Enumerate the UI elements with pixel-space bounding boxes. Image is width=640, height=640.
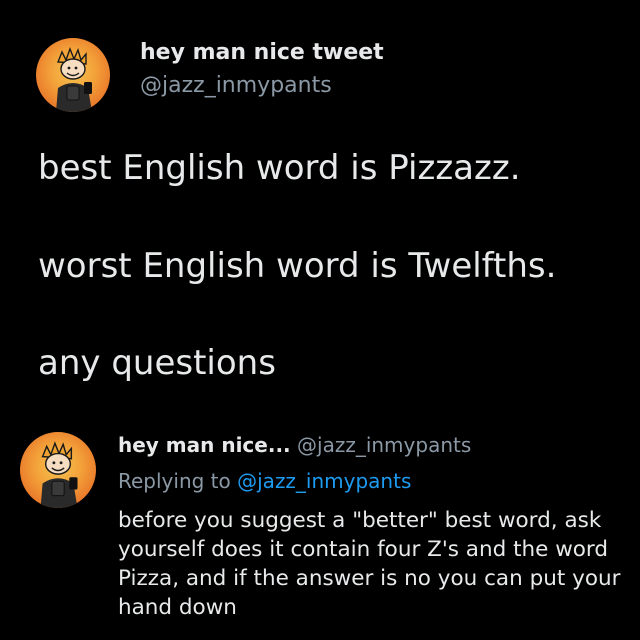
tweet-text-line-3: any questions (38, 343, 276, 383)
cartoon-boy-avatar-icon (56, 47, 92, 112)
reply-text-line-3: Pizza, and if the answer is no you can p… (118, 566, 621, 591)
main-author-name[interactable]: hey man nice tweet (140, 40, 384, 66)
main-avatar[interactable] (36, 38, 110, 112)
replying-to-label: Replying to (118, 469, 231, 493)
cartoon-boy-avatar-icon (40, 441, 78, 508)
reply-text-line-2: yourself does it contain four Z's and th… (118, 537, 609, 562)
reply-author-handle[interactable]: @jazz_inmypants (297, 433, 471, 457)
reply-header: hey man nice... @jazz_inmypants (118, 432, 471, 458)
reply-text-line-4: hand down (118, 595, 237, 620)
reply-avatar[interactable] (20, 432, 96, 508)
reply-author-name[interactable]: hey man nice... (118, 433, 291, 457)
reply-text-line-1: before you suggest a "better" best word,… (118, 508, 602, 533)
reply-text: before you suggest a "better" best word,… (118, 506, 633, 622)
tweet-text-line-2: worst English word is Twelfths. (38, 246, 557, 286)
replying-to-handle-link[interactable]: @jazz_inmypants (237, 469, 411, 493)
tweet-text-line-1: best English word is Pizzazz. (38, 148, 521, 188)
main-author-handle[interactable]: @jazz_inmypants (140, 73, 332, 99)
replying-to-line: Replying to @jazz_inmypants (118, 468, 411, 494)
